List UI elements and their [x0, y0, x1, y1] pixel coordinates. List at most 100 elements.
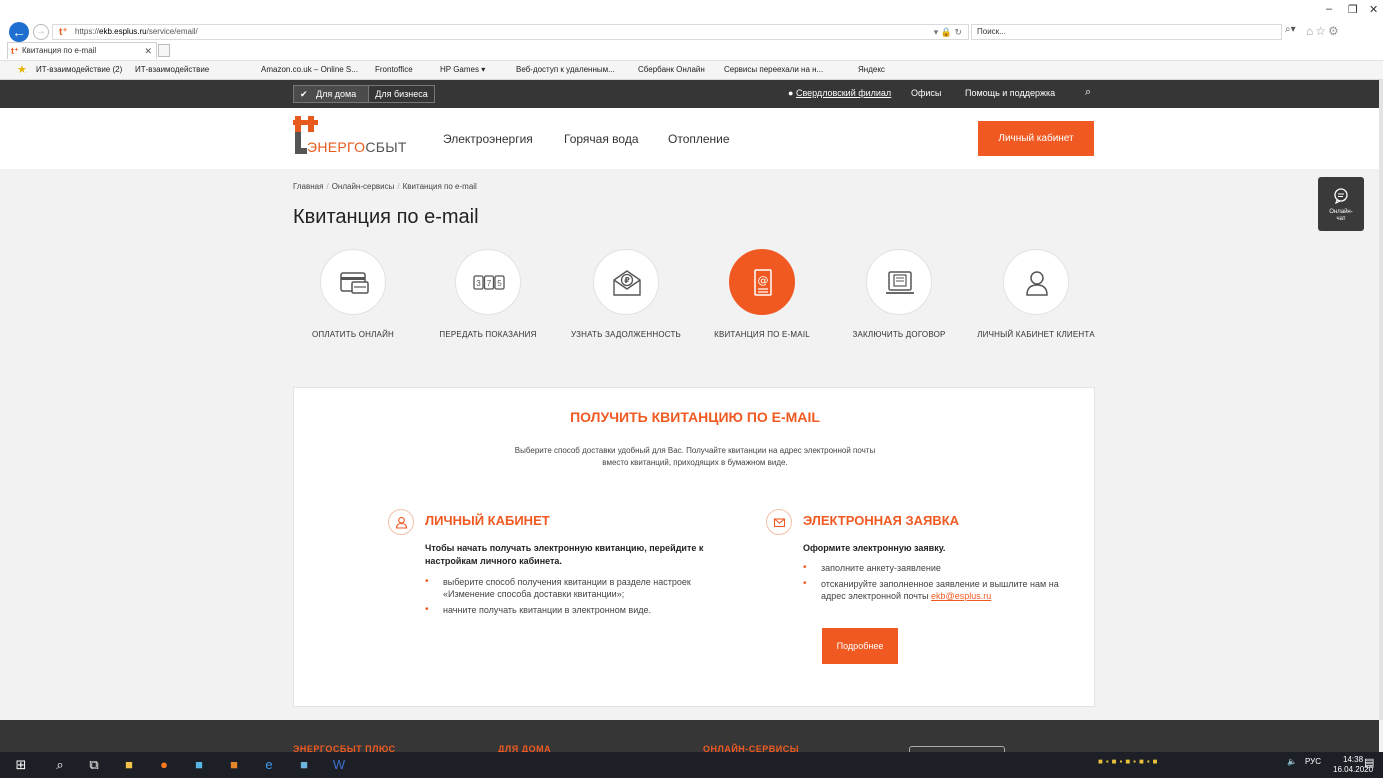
contract-icon [886, 271, 914, 294]
app-icon[interactable]: ■ [190, 756, 208, 774]
tray-volume-icon[interactable]: 🔈 [1287, 757, 1297, 766]
email-receipt-card: ПОЛУЧИТЬ КВИТАНЦИЮ ПО E-MAIL Выберите сп… [293, 387, 1095, 707]
envelope-ruble-icon: ₽ [613, 270, 641, 296]
favorite-item[interactable]: Сбербанк Онлайн [638, 65, 705, 74]
back-button[interactable]: ← [9, 22, 29, 42]
page-title: Квитанция по e-mail [293, 206, 479, 228]
tab-favicon-icon: t⁺ [11, 46, 19, 56]
service-circle[interactable] [866, 249, 932, 315]
tab-for-business[interactable]: Для бизнеса [368, 86, 434, 102]
service-circle[interactable]: @ [729, 249, 795, 315]
service-circle[interactable]: ₽ [593, 249, 659, 315]
service-label: УЗНАТЬ ЗАДОЛЖЕННОСТЬ [571, 330, 681, 339]
card-icon [340, 272, 369, 294]
tab-for-home[interactable]: ✔ Для дома [294, 86, 369, 102]
online-chat-button[interactable]: Онлайн-чат [1318, 177, 1364, 231]
app-icon[interactable]: ■ [225, 756, 243, 774]
notifications-icon[interactable]: ▤ [1364, 756, 1374, 769]
favorite-item[interactable]: Яндекс [858, 65, 885, 74]
email-link[interactable]: ekb@esplus.ru [931, 591, 991, 601]
service-label: ОПЛАТИТЬ ОНЛАЙН [311, 330, 395, 339]
task-view-icon[interactable]: ⧉ [85, 756, 103, 774]
envelope-icon [773, 518, 786, 528]
firefox-icon[interactable]: ● [155, 756, 173, 774]
tab-title: Квитанция по e-mail [22, 46, 97, 55]
tray-icons[interactable]: ■▪■▪■▪■▪■ [1098, 757, 1161, 766]
tab-row: t⁺ Квитанция по e-mail ✕ [0, 42, 1383, 60]
windows-taskbar: ⊞ ⌕ ⧉ ■ ● ■ ■ e ■ W ■▪■▪■▪■▪■ 🔈 РУС 14:3… [0, 752, 1383, 778]
region-link[interactable]: ● Свердловский филиал [788, 88, 891, 98]
favorites-star-icon[interactable]: ★ [17, 63, 27, 76]
word-icon[interactable]: W [330, 756, 348, 774]
email-receipt-icon: @ [754, 269, 772, 296]
close-window-icon[interactable]: ✕ [1369, 3, 1378, 16]
site-footer: ЭНЕРГОСБЫТ ПЛЮС ДЛЯ ДОМА ОНЛАЙН-СЕРВИСЫ [0, 720, 1379, 752]
address-tools[interactable]: ▾ 🔒 ↻ [934, 25, 962, 39]
search-icon[interactable]: ⌕▾ [1285, 24, 1296, 35]
svg-text:7: 7 [487, 279, 492, 288]
nav-heating[interactable]: Отопление [668, 132, 730, 146]
tab-close-icon[interactable]: ✕ [144, 43, 152, 59]
breadcrumb-current: Квитанция по e-mail [402, 182, 477, 191]
favorite-item[interactable]: ИТ-взаимодействие (2) [36, 65, 122, 74]
site-favicon-icon: t⁺ [59, 27, 68, 38]
favorites-bar: ★ ИТ-взаимодействие (2) ИТ-взаимодействи… [0, 60, 1383, 80]
address-row: ← → t⁺ https://ekb.esplus.ru/service/ema… [0, 0, 1383, 42]
service-label: КВИТАНЦИЯ ПО E-MAIL [714, 330, 810, 339]
service-circle[interactable]: 375 [455, 249, 521, 315]
browser-search-input[interactable]: Поиск... [971, 24, 1282, 40]
list-item: отсканируйте заполненное заявление и выш… [803, 578, 1063, 602]
nav-electricity[interactable]: Электроэнергия [443, 132, 533, 146]
application-option-lead: Оформите электронную заявку. [803, 543, 946, 553]
nav-hot-water[interactable]: Горячая вода [564, 132, 639, 146]
input-language[interactable]: РУС [1305, 757, 1321, 766]
forward-button[interactable]: → [33, 24, 49, 40]
browser-chrome: ← → t⁺ https://ekb.esplus.ru/service/ema… [0, 0, 1383, 80]
user-icon [1026, 271, 1048, 296]
footer-heading: ДЛЯ ДОМА [498, 744, 552, 752]
favorite-item[interactable]: Frontoffice [375, 65, 413, 74]
internet-explorer-icon[interactable]: e [260, 756, 278, 774]
favorite-item[interactable]: Сервисы переехали на н... [724, 65, 823, 74]
toolbar-icons[interactable]: ⌂☆⚙ [1306, 24, 1341, 38]
svg-text:₽: ₽ [624, 276, 630, 285]
file-explorer-icon[interactable]: ■ [120, 756, 138, 774]
site-header: ЭНЕРГОСБЫТ Электроэнергия Горячая вода О… [0, 108, 1379, 169]
address-bar[interactable]: t⁺ https://ekb.esplus.ru/service/email/ … [52, 24, 969, 40]
page-scrollbar[interactable] [1379, 80, 1383, 720]
service-label: ПЕРЕДАТЬ ПОКАЗАНИЯ [439, 330, 537, 339]
cabinet-option-title: ЛИЧНЫЙ КАБИНЕТ [425, 513, 550, 528]
application-option-title: ЭЛЕКТРОННАЯ ЗАЯВКА [803, 513, 960, 528]
favorite-item[interactable]: Amazon.co.uk – Online S... [261, 65, 358, 74]
windows-start-icon[interactable]: ⊞ [12, 756, 30, 774]
offices-link[interactable]: Офисы [911, 88, 941, 98]
favorite-item[interactable]: ИТ-взаимодействие [135, 65, 209, 74]
favorite-item[interactable]: Веб-доступ к удаленным... [516, 65, 615, 74]
browser-tab[interactable]: t⁺ Квитанция по e-mail ✕ [7, 42, 157, 59]
audience-switch[interactable]: ✔ Для дома Для бизнеса [293, 85, 435, 103]
service-circle[interactable] [320, 249, 386, 315]
help-link[interactable]: Помощь и поддержка [965, 88, 1055, 98]
list-item: начните получать квитанции в электронном… [425, 604, 705, 616]
search-icon[interactable]: ⌕ [51, 756, 69, 774]
application-mail-icon-badge [766, 509, 792, 535]
app-icon[interactable]: ■ [295, 756, 313, 774]
more-details-button[interactable]: Подробнее [822, 628, 898, 664]
breadcrumb-online-services[interactable]: Онлайн-сервисы [332, 182, 395, 191]
new-tab-button[interactable] [158, 44, 170, 57]
application-steps-list: заполните анкету-заявление отсканируйте … [803, 562, 1063, 606]
site-search-icon[interactable]: ⌕ [1085, 86, 1091, 99]
service-circle[interactable] [1003, 249, 1069, 315]
minimize-icon[interactable]: – [1326, 3, 1332, 15]
favorite-item[interactable]: HP Games ▾ [440, 65, 485, 74]
list-item: выберите способ получения квитанции в ра… [425, 576, 705, 600]
breadcrumb-home[interactable]: Главная [293, 182, 323, 191]
personal-cabinet-button[interactable]: Личный кабинет [978, 121, 1094, 156]
svg-text:3: 3 [476, 279, 481, 288]
cabinet-user-icon-badge [388, 509, 414, 535]
maximize-icon[interactable]: ❐ [1348, 3, 1358, 16]
svg-text:@: @ [758, 274, 769, 287]
chat-label: Онлайн-чат [1329, 209, 1353, 222]
breadcrumb: Главная / Онлайн-сервисы / Квитанция по e-ma… [293, 182, 477, 191]
address-url: https://ekb.esplus.ru/service/email/ [75, 27, 198, 36]
